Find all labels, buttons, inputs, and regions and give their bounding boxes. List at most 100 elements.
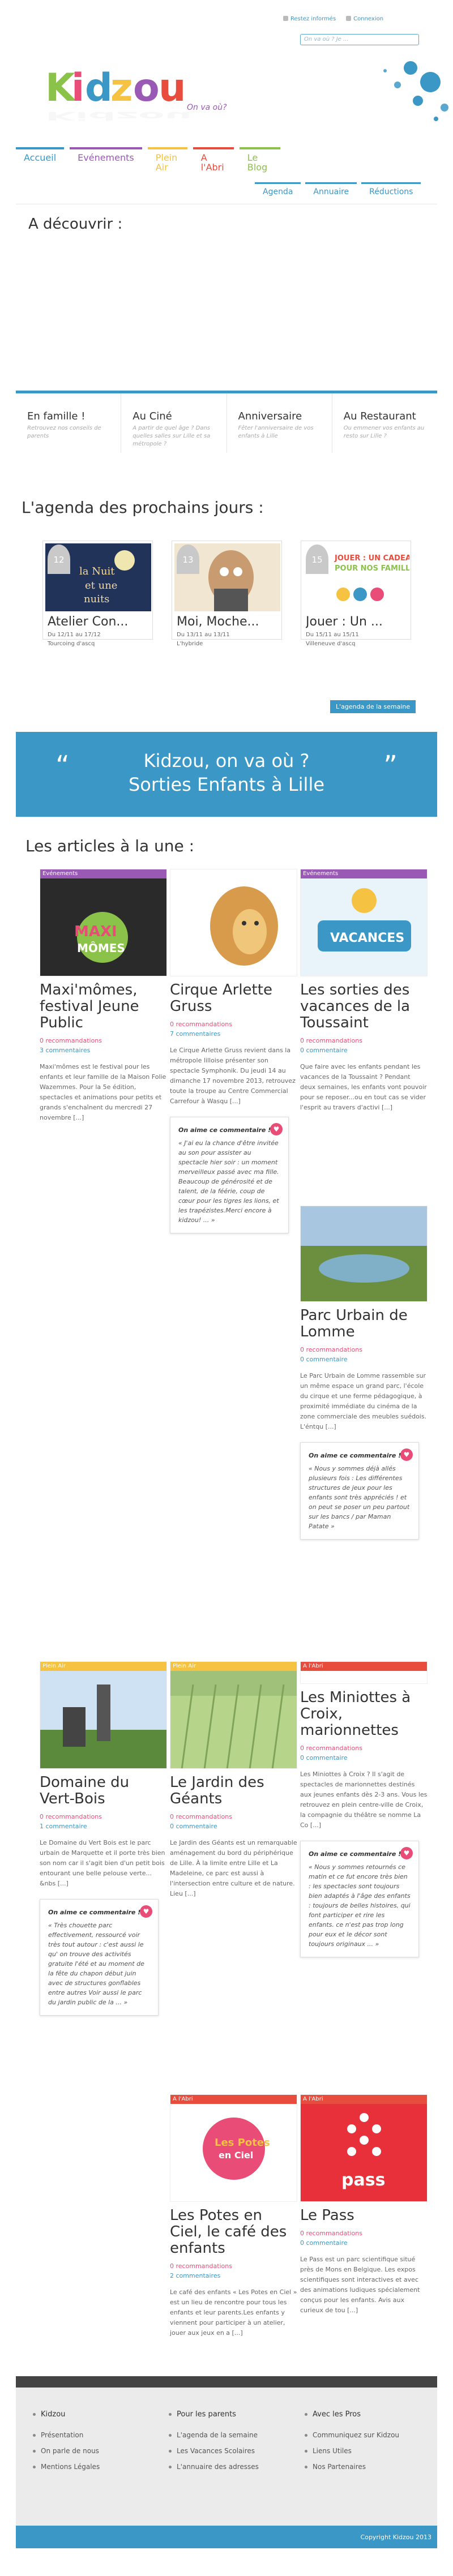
footer-link[interactable]: Les Vacances Scolaires — [169, 2447, 293, 2455]
article-excerpt: Les Miniottes à Croix ? Il s'agit de spe… — [300, 1771, 428, 1829]
quote-open-icon: “ — [55, 750, 70, 782]
article-title[interactable]: Les Potes en Ciel, le café des enfants — [170, 2208, 297, 2257]
footer-link[interactable]: On parle de nous — [33, 2447, 157, 2455]
article-title[interactable]: Parc Urbain de Lomme — [300, 1308, 428, 1340]
article-title[interactable]: Le Pass — [300, 2208, 428, 2224]
footer-link[interactable]: Liens Utiles — [305, 2447, 429, 2455]
footer-link[interactable]: L'agenda de la semaine — [169, 2431, 293, 2439]
article-comments[interactable]: 0 commentaire — [300, 1753, 428, 1763]
footer-link[interactable]: Présentation — [33, 2431, 157, 2439]
article-card[interactable]: Plein Air Le Jardin des Géants 0 recomma… — [170, 1661, 297, 1899]
heart-icon: ♥ — [270, 1123, 283, 1135]
article-tag: Plein Air — [40, 1662, 166, 1671]
article-comments[interactable]: 0 commentaire — [300, 1355, 428, 1364]
event-dates: Du 12/11 au 17/12 — [48, 632, 101, 638]
footer-link[interactable]: Mentions Légales — [33, 2463, 157, 2471]
article-recos[interactable]: 0 recommandations — [300, 1345, 428, 1355]
footer: Kidzou Présentation On parle de nous Men… — [16, 2376, 437, 2526]
heart-icon: ♥ — [400, 1847, 413, 1859]
svg-text:nuits: nuits — [84, 593, 109, 605]
article-title[interactable]: Le Jardin des Géants — [170, 1775, 297, 1807]
article-title[interactable]: Cirque Arlette Gruss — [170, 982, 297, 1015]
article-comments[interactable]: 0 commentaire — [170, 1821, 297, 1831]
nav-plein-air[interactable]: Plein Air — [147, 147, 187, 177]
article-title[interactable]: Les Miniottes à Croix, marionnettes — [300, 1690, 428, 1739]
subnav-reductions[interactable]: Réductions — [361, 182, 421, 200]
category-restaurant[interactable]: Au Restaurant Ou emmener vos enfants au r… — [332, 393, 437, 453]
svg-text:Les Potes: Les Potes — [215, 2137, 270, 2149]
article-recos[interactable]: 0 recommandations — [300, 1743, 428, 1753]
article-card[interactable]: A l'Abri Les Miniottes à Croix, marionne… — [300, 1661, 428, 1957]
article-excerpt: Le café des enfants « Les Potes en Ciel … — [170, 2288, 297, 2337]
user-icon — [346, 16, 352, 21]
svg-text:la Nuit: la Nuit — [79, 565, 115, 577]
category-famille[interactable]: En famille ! Retrouvez nos conseils de pa… — [16, 393, 122, 453]
article-excerpt: Que faire avec les enfants pendant les v… — [300, 1063, 427, 1111]
article-title[interactable]: Les sorties des vacances de la Toussaint — [300, 982, 428, 1031]
mail-icon — [283, 16, 288, 21]
svg-text:z: z — [110, 66, 133, 110]
article-card[interactable]: Evénements MAXI MÔMES Maxi'mômes, festiva… — [40, 869, 167, 1123]
svg-text:pass: pass — [341, 2170, 385, 2190]
article-comments[interactable]: 0 commentaire — [300, 1045, 428, 1055]
footer-heading: Avec les Pros — [305, 2410, 429, 2419]
nav-accueil[interactable]: Accueil — [16, 147, 65, 177]
article-card[interactable]: A l'Abri pass Le Pass 0 recommandations … — [300, 2094, 428, 2316]
category-anniversaire[interactable]: Anniversaire Fêter l'anniversaire de vos … — [227, 393, 332, 453]
article-card[interactable]: Plein Air Domaine du Vert-Bois 0 recomma… — [40, 1661, 167, 2016]
event-dates: Du 13/11 au 13/11 — [177, 632, 230, 638]
discover-title: A découvrir : — [28, 216, 123, 233]
article-comments[interactable]: 1 commentaire — [40, 1821, 167, 1831]
article-excerpt: Le Domaine du Vert Bois est le parc urba… — [40, 1839, 165, 1887]
article-recos[interactable]: 0 recommandations — [170, 2261, 297, 2271]
svg-text:VACANCES: VACANCES — [330, 931, 404, 945]
event-card[interactable]: la Nuit et une nuits 12 Atelier Con... Du … — [42, 541, 153, 647]
article-recos[interactable]: 0 recommandations — [300, 1036, 428, 1045]
nav-evenements[interactable]: Evénements — [70, 147, 142, 177]
banner-text: Kidzou, on va où ? Sorties Enfants à Lil… — [128, 750, 325, 795]
agenda-week-button[interactable]: L'agenda de la semaine — [330, 700, 416, 713]
search-input[interactable]: On va où ? Je ... — [300, 34, 419, 45]
article-image — [300, 1206, 428, 1302]
event-title: Moi, Moche... — [177, 615, 259, 629]
svg-text:MAXI: MAXI — [74, 923, 117, 940]
article-card[interactable]: Evénements VACANCES Les sorties des vaca… — [300, 869, 428, 1113]
subnav-agenda[interactable]: Agenda — [255, 182, 301, 200]
footer-col-parents: Pour les parents L'agenda de la semaine … — [169, 2410, 293, 2479]
article-comments[interactable]: 0 commentaire — [300, 2238, 428, 2248]
article-card[interactable]: Cirque Arlette Gruss 0 recommandations 7… — [170, 869, 297, 1233]
newsletter-link[interactable]: Restez informés — [283, 16, 336, 22]
svg-text:u: u — [159, 66, 186, 110]
category-cine[interactable]: Au Ciné A partir de quel âge ? Dans quell… — [121, 393, 227, 453]
category-boxes: En famille ! Retrouvez nos conseils de pa… — [16, 391, 437, 453]
article-comments[interactable]: 7 commentaires — [170, 1029, 297, 1039]
article-title[interactable]: Domaine du Vert-Bois — [40, 1775, 167, 1807]
event-date-badge: 15 — [306, 545, 328, 574]
event-card[interactable]: 13 Moi, Moche... Du 13/11 au 13/11 L'hyb… — [172, 541, 282, 647]
footer-col-pros: Avec les Pros Communiquez sur Kidzou Lie… — [305, 2410, 429, 2479]
article-comments[interactable]: 3 commentaires — [40, 1045, 167, 1055]
footer-link[interactable]: Communiquez sur Kidzou — [305, 2431, 429, 2439]
footer-link[interactable]: L'annuaire des adresses — [169, 2463, 293, 2471]
heart-icon: ♥ — [140, 1905, 152, 1918]
article-recos[interactable]: 0 recommandations — [40, 1812, 167, 1821]
article-title[interactable]: Maxi'mômes, festival Jeune Public — [40, 982, 167, 1031]
event-card[interactable]: JOUER : UN CADEAUPOUR NOS FAMILLES 15 Jo… — [301, 541, 421, 647]
article-recos[interactable]: 0 recommandations — [170, 1812, 297, 1821]
login-link[interactable]: Connexion — [346, 16, 383, 22]
article-card[interactable]: Parc Urbain de Lomme 0 recommandations 0… — [300, 1206, 428, 1540]
article-recos[interactable]: 0 recommandations — [170, 1019, 297, 1029]
subnav-annuaire[interactable]: Annuaire — [305, 182, 357, 200]
article-recos[interactable]: 0 recommandations — [40, 1036, 167, 1045]
comment-highlight: ♥ On aime ce commentaire ! « Nous y somm… — [300, 1841, 419, 1957]
article-card[interactable]: A l'Abri Les Potes en Ciel Les Potes en C… — [170, 2094, 297, 2338]
nav-blog[interactable]: Le Blog — [239, 147, 280, 177]
nav-abri[interactable]: A l'Abri — [193, 147, 234, 177]
footer-link[interactable]: Nos Partenaires — [305, 2463, 429, 2471]
logo[interactable]: K i d z o u On va où? Kidzou — [45, 62, 238, 125]
main-nav: Accueil Evénements Plein Air A l'Abri Le… — [16, 147, 286, 177]
article-comments[interactable]: 2 commentaires — [170, 2271, 297, 2281]
article-recos[interactable]: 0 recommandations — [300, 2228, 428, 2238]
svg-text:en Ciel: en Ciel — [219, 2150, 253, 2161]
comment-highlight: ♥ On aime ce commentaire ! « Très chouet… — [40, 1899, 159, 2016]
